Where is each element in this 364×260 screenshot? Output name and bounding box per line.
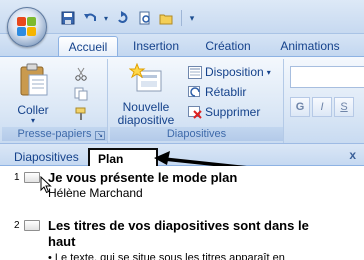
font-name-combo[interactable] [290, 66, 364, 88]
layout-label: Disposition [205, 65, 264, 79]
redo-icon[interactable] [113, 9, 132, 28]
office-button[interactable] [7, 7, 47, 47]
italic-button[interactable]: I [312, 97, 332, 117]
new-slide-icon [128, 62, 162, 92]
reset-button[interactable]: Rétablir [188, 85, 246, 99]
ribbon-tab-row: Accueil Insertion Création Animations [0, 34, 364, 56]
cut-icon [75, 67, 87, 81]
outline-slide-title[interactable]: Les titres de vos diapositives sont dans… [48, 218, 309, 233]
clipboard-dialog-launcher-icon[interactable]: ↘ [95, 131, 105, 140]
bold-button[interactable]: G [290, 97, 310, 117]
slides-group-title: Diapositives [110, 127, 283, 141]
layout-dropdown-icon: ▾ [266, 67, 271, 77]
clipboard-group-title: Presse-papiers [2, 127, 107, 141]
format-painter-icon [75, 107, 86, 120]
outline-bullet-text[interactable]: • Le texte, qui se situe sous les titres… [48, 252, 285, 260]
quick-access-toolbar: ▾ ▾ [58, 8, 197, 28]
tab-animations[interactable]: Animations [274, 36, 346, 56]
print-preview-icon[interactable] [135, 9, 154, 28]
tab-outline-pane[interactable]: Plan [88, 148, 158, 166]
paste-button[interactable]: Coller ▾ [10, 63, 56, 125]
layout-icon [188, 65, 202, 79]
slide-icon[interactable] [24, 220, 40, 231]
font-format-buttons: G I S [290, 97, 354, 117]
open-folder-icon[interactable] [157, 9, 176, 28]
reset-icon [188, 85, 200, 97]
slides-group: Nouvelle diapositive ▾ Disposition ▾ Rét… [110, 59, 284, 143]
cut-button[interactable] [74, 67, 88, 81]
close-pane-icon[interactable]: x [349, 148, 356, 162]
outline-slide-title[interactable]: Je vous présente le mode plan [48, 170, 237, 185]
tab-slides-pane[interactable]: Diapositives [14, 148, 79, 166]
layout-button[interactable]: Disposition ▾ [188, 65, 271, 79]
save-icon[interactable] [58, 9, 77, 28]
customize-qat-icon[interactable]: ▾ [187, 9, 197, 28]
title-bar: ▾ ▾ [0, 0, 364, 34]
tab-accueil[interactable]: Accueil [58, 36, 118, 56]
paste-dropdown-icon[interactable]: ▾ [10, 117, 56, 125]
copy-icon [74, 87, 88, 101]
slide-icon[interactable] [24, 172, 40, 183]
ribbon: Coller ▾ Presse-papiers ↘ Nouvelle diapo… [0, 56, 364, 144]
undo-icon[interactable] [80, 9, 99, 28]
format-painter-button[interactable] [74, 107, 88, 121]
delete-button[interactable]: Supprimer [188, 105, 260, 119]
reset-label: Rétablir [205, 85, 247, 99]
outline-slide-title-line2[interactable]: haut [48, 234, 75, 249]
underline-button[interactable]: S [334, 97, 354, 117]
delete-label: Supprimer [205, 105, 261, 119]
mouse-cursor-icon [40, 176, 52, 194]
clipboard-group: Coller ▾ Presse-papiers ↘ [2, 59, 108, 143]
tab-creation[interactable]: Création [196, 36, 260, 56]
office-logo-icon [17, 17, 37, 37]
delete-icon [188, 105, 202, 119]
outline-slide-subtitle[interactable]: Hélène Marchand [48, 186, 143, 200]
qat-separator [181, 10, 182, 26]
slide-number: 1 [14, 172, 20, 183]
tab-insertion[interactable]: Insertion [124, 36, 188, 56]
copy-button[interactable] [74, 87, 88, 101]
paste-icon [20, 63, 48, 96]
undo-dropdown-icon[interactable]: ▾ [102, 9, 110, 28]
outline-pane[interactable]: 1 Je vous présente le mode plan Hélène M… [0, 166, 364, 260]
slide-number: 2 [14, 220, 20, 231]
